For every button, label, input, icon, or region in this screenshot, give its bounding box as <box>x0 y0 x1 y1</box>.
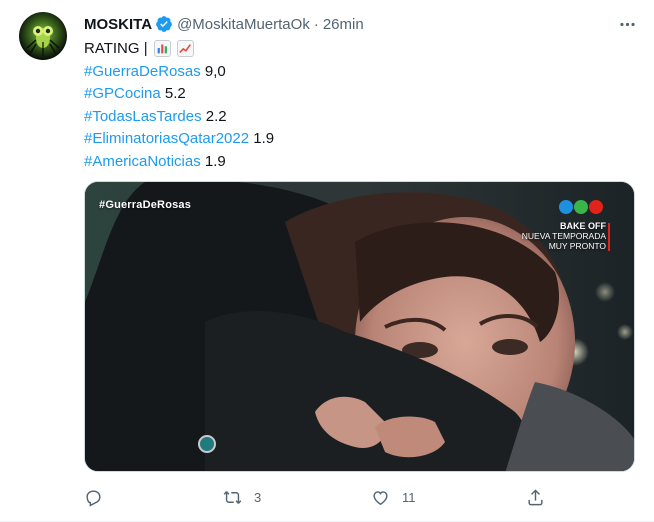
share-button[interactable] <box>526 485 557 509</box>
tweet-actions: 3 11 <box>84 485 564 509</box>
heart-icon <box>373 490 388 505</box>
tweet-header: MOSKITA @MoskitaMuertaOk · 26min <box>84 14 364 34</box>
user-handle[interactable]: @MoskitaMuertaOk <box>177 16 310 33</box>
share-icon <box>528 488 543 505</box>
tweet[interactable]: MOSKITA @MoskitaMuertaOk · 26min RATING … <box>0 0 654 522</box>
display-name[interactable]: MOSKITA <box>84 16 152 33</box>
rating-line: #GuerraDeRosas 9,0 <box>84 61 634 84</box>
logo-dot-green <box>574 200 588 214</box>
reply-icon <box>86 489 101 507</box>
rating-value: 2.2 <box>205 107 227 125</box>
rating-value: 9,0 <box>204 62 226 80</box>
hashtag-link[interactable]: #GuerraDeRosas <box>84 63 201 80</box>
rating-line: #TodasLasTardes 2.2 <box>84 106 634 129</box>
rating-line: RATING | <box>84 38 634 61</box>
promo-line-2: NUEVA TEMPORADA <box>521 231 606 241</box>
logo-dot-blue <box>559 200 573 214</box>
logo-dot-red <box>589 200 603 214</box>
promo-line-3: MUY PRONTO <box>548 241 606 251</box>
rating-line: #GPCocina 5.2 <box>84 83 634 106</box>
separator-dot: · <box>313 15 319 33</box>
retweet-count: 3 <box>254 489 262 505</box>
promo-accent-bar <box>608 223 610 251</box>
bar-chart-emoji-icon <box>153 40 171 57</box>
reply-button[interactable] <box>84 485 115 509</box>
channel-logo-icon <box>559 200 603 214</box>
hashtag-link[interactable]: #GPCocina <box>84 85 161 102</box>
retweet-button[interactable]: 3 <box>223 485 261 509</box>
rating-prefix: RATING | <box>84 40 152 57</box>
verified-badge-icon <box>156 16 172 32</box>
mosquito-avatar-icon <box>26 26 60 56</box>
like-button[interactable]: 11 <box>371 485 416 509</box>
timestamp[interactable]: 26min <box>323 16 364 33</box>
media-overlay-hashtag: #GuerraDeRosas <box>99 199 192 211</box>
rating-line: #AmericaNoticias 1.9 <box>84 151 634 174</box>
hashtag-link[interactable]: #EliminatoriasQatar2022 <box>84 130 249 147</box>
rating-value: 1.9 <box>253 130 275 147</box>
rating-value: 5.2 <box>164 85 186 102</box>
avatar[interactable] <box>19 12 67 60</box>
rating-line: #EliminatoriasQatar2022 1.9 <box>84 128 634 151</box>
hashtag-link[interactable]: #TodasLasTardes <box>84 108 202 125</box>
hashtag-link[interactable]: #AmericaNoticias <box>84 153 201 170</box>
like-count: 11 <box>402 489 416 505</box>
rating-value: 1.9 <box>204 152 226 170</box>
more-options-button[interactable] <box>616 14 638 34</box>
retweet-icon <box>223 490 242 504</box>
ellipsis-icon <box>619 22 635 26</box>
promo-title: BAKE OFF <box>560 221 606 231</box>
chart-increasing-emoji-icon <box>176 40 194 57</box>
tweet-media-image[interactable]: #GuerraDeRosas BAKE OFF NUEVA TEMPORADA … <box>84 181 635 472</box>
promo-overlay: BAKE OFF NUEVA TEMPORADA MUY PRONTO <box>522 221 606 251</box>
tweet-text: RATING | #GuerraDeRosas 9,0 #GPCocina 5.… <box>84 38 634 173</box>
